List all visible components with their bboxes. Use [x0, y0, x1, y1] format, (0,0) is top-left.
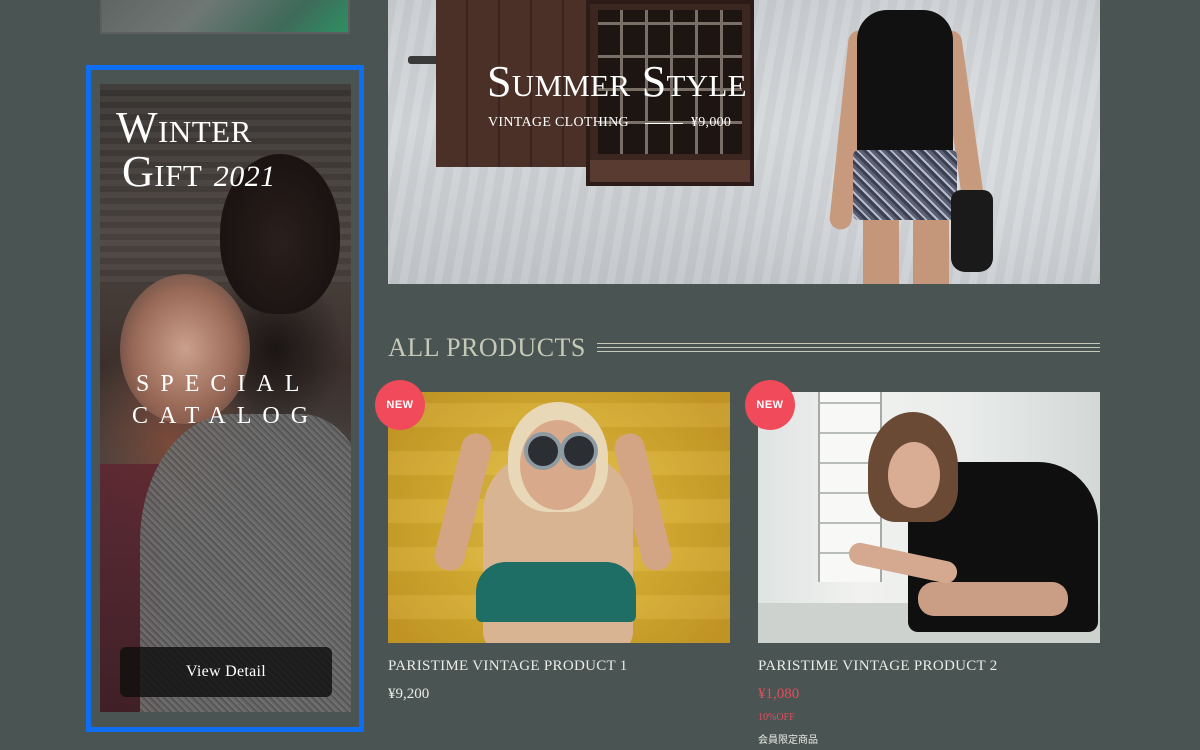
product-2-member-note: 会員限定商品: [758, 735, 818, 746]
hero-model-top: [857, 10, 953, 160]
special-catalog-text: SPECIAL CATALOG: [132, 368, 319, 432]
page: Winter Gift 2021 SPECIAL CATALOG View De…: [0, 0, 1200, 750]
hero-model-shorts: [853, 150, 957, 220]
rule-line-2: [597, 347, 1100, 348]
new-badge: NEW: [375, 380, 425, 430]
product-1-name[interactable]: PARISTIME VINTAGE PRODUCT 1: [388, 656, 628, 676]
banner-title-line1: Winter: [116, 103, 252, 152]
hero-model-bag: [951, 190, 993, 272]
catalog-line2: CATALOG: [132, 403, 320, 429]
catalog-line1: SPECIAL: [136, 371, 311, 397]
product-2-image[interactable]: [758, 392, 1100, 643]
product-2-model-face: [888, 442, 940, 508]
summer-style-hero[interactable]: Summer Style VINTAGE CLOTHING ¥9,000: [388, 0, 1100, 284]
hero-subtitle: VINTAGE CLOTHING: [488, 115, 629, 130]
product-2-model-leg: [918, 582, 1068, 616]
product-1-image[interactable]: [388, 392, 730, 643]
product-1-price: ¥9,200: [388, 686, 430, 702]
product-2-discount: 10%OFF: [758, 712, 795, 723]
hero-title: Summer Style: [487, 57, 747, 106]
view-detail-button[interactable]: View Detail: [120, 647, 332, 697]
hero-subtitle-row: VINTAGE CLOTHING ¥9,000: [488, 114, 731, 132]
rule-line-3: [597, 351, 1100, 352]
product-2-sale-price: ¥1,080: [758, 686, 800, 702]
banner-title-gift: Gift: [122, 147, 203, 196]
new-badge: NEW: [745, 380, 795, 430]
section-title: ALL PRODUCTS: [388, 333, 586, 362]
hero-photo-window-sill: [590, 160, 750, 182]
banner-title: Winter Gift 2021: [116, 106, 276, 199]
sunglasses-left-lens: [524, 432, 562, 470]
product-1-model-top: [476, 562, 636, 622]
banner-year: 2021: [213, 160, 276, 193]
hero-photo-model: [828, 0, 993, 284]
product-2-name[interactable]: PARISTIME VINTAGE PRODUCT 2: [758, 656, 998, 676]
banner-title-line2: Gift 2021: [116, 150, 276, 199]
hero-divider-line: [644, 122, 683, 124]
hero-price: ¥9,000: [690, 115, 732, 130]
hero-model-leg-left: [863, 214, 899, 284]
previous-banner-image[interactable]: [100, 0, 350, 34]
rule-line-1: [597, 343, 1100, 344]
section-title-rule: [597, 343, 1100, 353]
winter-gift-banner[interactable]: Winter Gift 2021 SPECIAL CATALOG View De…: [100, 84, 351, 712]
sunglasses-right-lens: [560, 432, 598, 470]
hero-model-leg-right: [913, 214, 949, 284]
